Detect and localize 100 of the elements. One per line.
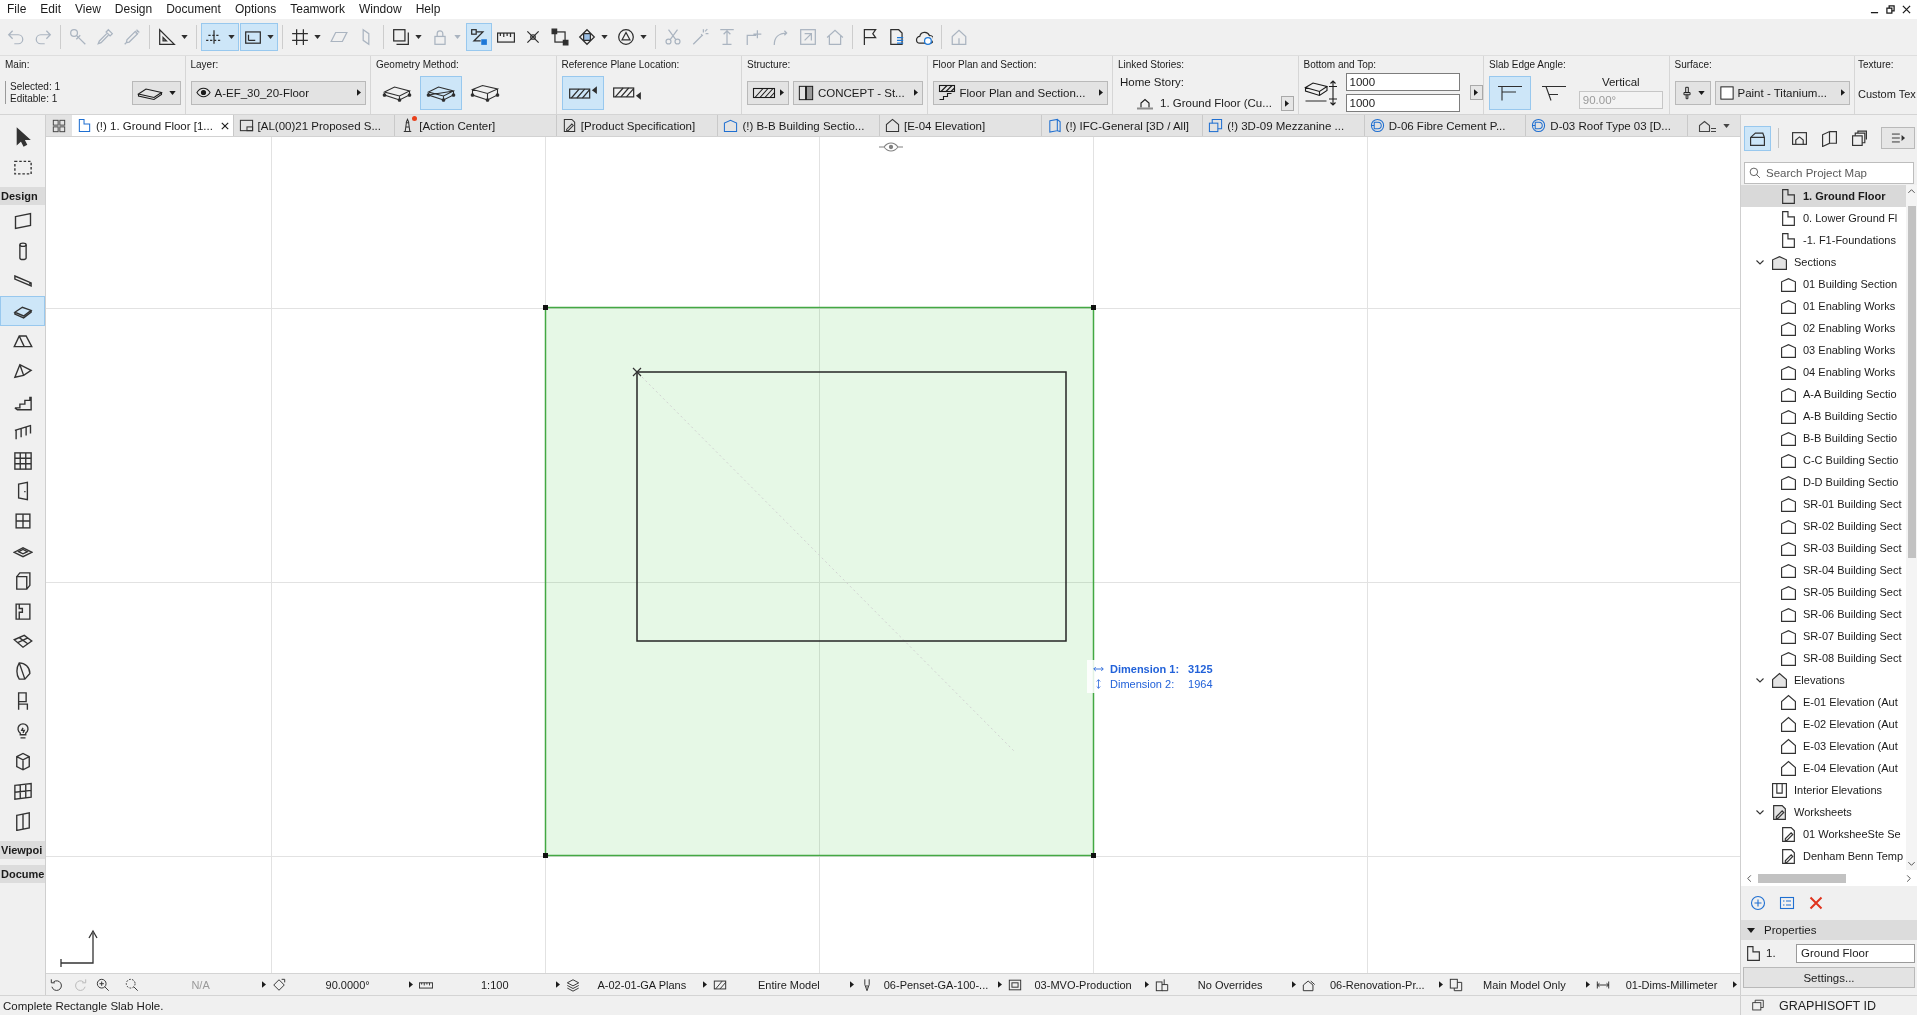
view-setting-dropdown[interactable]: 06-Renovation-Pr... [1298,974,1446,995]
properties-header[interactable]: Properties [1741,920,1917,940]
delete-icon[interactable] [1808,895,1824,911]
tree-item[interactable]: E-01 Elevation (Aut [1741,691,1906,713]
toolbar-button[interactable] [240,23,278,51]
menu-icon [1889,131,1907,145]
toolbar-button[interactable] [466,23,492,51]
hatch-button[interactable] [747,80,789,105]
dimension-value[interactable]: 1964 [1188,678,1213,690]
close-icon[interactable] [220,121,229,130]
view-setting-dropdown[interactable]: Main Model Only [1445,974,1593,995]
selection-box-icon [551,28,569,46]
section-icon [1780,539,1797,557]
tree-item[interactable]: E-04 Elevation (Aut [1741,757,1906,779]
tree-item[interactable]: -1. F1-Foundations [1741,229,1906,251]
tree-item[interactable]: 1. Ground Floor [1741,185,1906,207]
menu-item[interactable]: Options [227,0,284,19]
floor-plan-section-dropdown[interactable]: Floor Plan and Section... [932,80,1108,105]
list-icon[interactable] [1779,895,1795,911]
chevron-down-icon[interactable] [1755,807,1765,817]
tree-item[interactable]: 01 WorksheeSte Se [1741,823,1906,845]
toolbar-button[interactable] [201,23,239,51]
menu-item[interactable]: Document [159,0,228,19]
chevron-down-icon[interactable] [1755,675,1765,685]
tree-item[interactable]: Elevations [1741,669,1906,691]
tree-item[interactable]: Interior Elevations [1741,779,1906,801]
story-name-field[interactable]: Ground Floor [1796,943,1915,963]
dimension-value[interactable]: 3125 [1188,663,1213,675]
view-setting-dropdown[interactable]: 1:100 [416,974,564,995]
height-menu-button[interactable] [1469,85,1483,100]
reference-plane-option[interactable] [561,75,604,110]
tree-item[interactable]: Denham Benn Temp [1741,845,1906,867]
eye-icon[interactable] [879,142,903,152]
view-setting-dropdown[interactable]: A-02-01-GA Plans [563,974,711,995]
tree-item[interactable]: E-03 Elevation (Aut [1741,735,1906,757]
tree-item[interactable]: SR-05 Building Sect [1741,581,1906,603]
settings-button[interactable]: Settings... [1743,967,1915,988]
scrollbar-thumb[interactable] [1758,873,1846,883]
tree-item[interactable]: A-A Building Sectio [1741,383,1906,405]
tree-item[interactable]: SR-04 Building Sect [1741,559,1906,581]
element-type-button[interactable] [131,80,181,105]
menu-item[interactable]: Design [107,0,160,19]
story-menu-button[interactable] [1280,95,1294,111]
toolbox-section-header[interactable]: Design [0,187,45,205]
restore-icon[interactable] [1886,5,1895,14]
tree-item[interactable]: SR-06 Building Sect [1741,603,1906,625]
geometry-option[interactable] [420,75,462,110]
menu-item[interactable]: Edit [33,0,69,19]
rotate-left-icon[interactable] [50,977,64,992]
tree-item[interactable]: Worksheets [1741,801,1906,823]
tree-item[interactable]: A-B Building Sectio [1741,405,1906,427]
tree-item[interactable]: 02 Enabling Works [1741,317,1906,339]
number-field[interactable]: 1000 [1345,94,1460,112]
menu-item[interactable]: Help [408,0,448,19]
surface-picker-button[interactable] [1674,80,1711,105]
overlapping-windows-icon[interactable] [1751,999,1765,1012]
layer-dropdown[interactable]: A-EF_30_20-Floor [190,80,366,105]
view-setting-dropdown[interactable]: 06-Penset-GA-100-... [857,974,1005,995]
view-setting-dropdown[interactable]: No Overrides [1151,974,1299,995]
view-setting-dropdown[interactable]: Entire Model [710,974,858,995]
view-setting-dropdown[interactable]: 90.0000° [269,974,417,995]
tree-item[interactable]: SR-03 Building Sect [1741,537,1906,559]
tool-button[interactable] [0,296,45,326]
zoom-in-icon[interactable] [96,977,110,992]
tree-item[interactable]: SR-02 Building Sect [1741,515,1906,537]
tree-item[interactable]: C-C Building Sectio [1741,449,1906,471]
tree-item[interactable]: B-B Building Sectio [1741,427,1906,449]
menu-item[interactable]: File [0,0,34,19]
tab[interactable]: (!) 1. Ground Floor [1... [72,115,234,136]
tree-item[interactable]: D-D Building Sectio [1741,471,1906,493]
add-icon[interactable] [1750,895,1766,911]
tree-item[interactable]: Sections [1741,251,1906,273]
toolbox-section-header[interactable]: Viewpoi [0,841,45,859]
tree-item[interactable]: 03 Enabling Works [1741,339,1906,361]
tree-item[interactable]: SR-01 Building Sect [1741,493,1906,515]
menu-item[interactable]: Window [351,0,409,19]
view-setting-dropdown[interactable]: 01-Dims-Millimeter [1592,974,1741,995]
close-icon[interactable] [1902,5,1911,14]
account-label[interactable]: GRAPHISOFT ID [1779,998,1876,1013]
tree-item[interactable]: 0. Lower Ground Fl [1741,207,1906,229]
surface-dropdown[interactable]: Paint - Titanium... [1714,80,1850,105]
panel-menu-button[interactable] [1881,127,1915,149]
navigator-tab[interactable] [1744,125,1771,151]
tree-item[interactable]: E-02 Elevation (Aut [1741,713,1906,735]
search-field[interactable]: Search Project Map [1744,162,1914,184]
scrollbar-thumb[interactable] [1907,206,1916,558]
number-field[interactable]: 1000 [1345,73,1460,91]
menu-item[interactable]: Teamwork [283,0,352,19]
toolbox-section-header[interactable]: Docume [0,865,45,883]
tree-item[interactable]: 04 Enabling Works [1741,361,1906,383]
vertical-scrollbar[interactable] [1906,185,1917,870]
tree-item[interactable]: 01 Enabling Works [1741,295,1906,317]
menu-item[interactable]: View [68,0,108,19]
tree-item[interactable]: SR-08 Building Sect [1741,647,1906,669]
horizontal-scrollbar[interactable] [1741,870,1917,886]
structure-dropdown[interactable]: CONCEPT - St... [793,80,923,105]
view-setting-dropdown[interactable]: 03-MVO-Production [1004,974,1152,995]
chevron-down-icon[interactable] [1755,257,1765,267]
tree-item[interactable]: SR-07 Building Sect [1741,625,1906,647]
tree-item[interactable]: 01 Building Section [1741,273,1906,295]
